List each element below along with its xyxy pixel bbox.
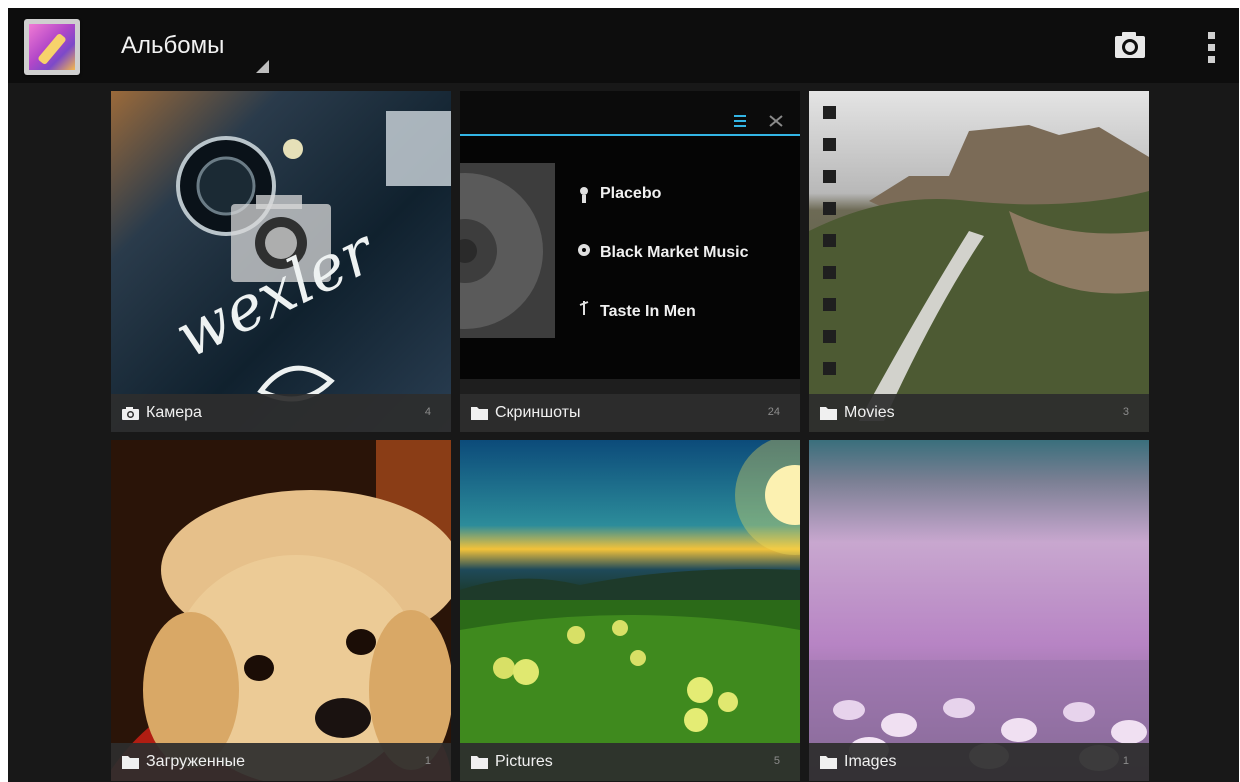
album-tile-pictures[interactable]: Pictures 5 bbox=[460, 440, 800, 781]
album-count: 1 bbox=[1122, 755, 1129, 767]
gallery-window: Альбомы wexler Камера 4 Placebo Black Ma… bbox=[8, 8, 1239, 782]
folder-icon bbox=[471, 407, 488, 420]
album-count: 5 bbox=[773, 755, 780, 767]
folder-icon bbox=[820, 407, 837, 420]
album-name: Movies bbox=[844, 404, 895, 421]
track-title: Taste In Men bbox=[600, 303, 696, 320]
album-thumbnail: Placebo Black Market Music Taste In Men bbox=[460, 91, 800, 432]
album-count: 1 bbox=[424, 755, 431, 767]
album-count: 4 bbox=[424, 406, 431, 418]
overflow-menu-icon bbox=[1208, 32, 1215, 63]
spinner-arrow-icon bbox=[256, 60, 269, 73]
track-title: Placebo bbox=[600, 185, 662, 202]
albums-spinner[interactable]: Альбомы bbox=[118, 8, 278, 83]
album-label-bar: Images 1 bbox=[809, 743, 1149, 781]
album-tile-screenshots[interactable]: Placebo Black Market Music Taste In Men … bbox=[460, 91, 800, 432]
track-title: Black Market Music bbox=[600, 244, 749, 261]
album-thumbnail bbox=[111, 440, 451, 781]
album-label-bar: Загруженные 1 bbox=[111, 743, 451, 781]
folder-icon bbox=[820, 756, 837, 769]
overflow-menu-button[interactable] bbox=[1198, 26, 1226, 70]
camera-button[interactable] bbox=[1103, 28, 1155, 68]
folder-icon bbox=[122, 756, 139, 769]
album-tile-movies[interactable]: Movies 3 bbox=[809, 91, 1149, 432]
album-name: Загруженные bbox=[146, 753, 245, 770]
album-thumbnail: wexler bbox=[111, 91, 451, 432]
folder-icon bbox=[471, 756, 488, 769]
album-label-bar: Movies 3 bbox=[809, 394, 1149, 432]
album-label-bar: Скриншоты 24 bbox=[460, 394, 800, 432]
album-thumbnail bbox=[809, 440, 1149, 781]
album-name: Images bbox=[844, 753, 897, 770]
album-count: 3 bbox=[1122, 406, 1129, 418]
album-tile-camera[interactable]: wexler Камера 4 bbox=[111, 91, 451, 432]
album-tile-downloads[interactable]: Загруженные 1 bbox=[111, 440, 451, 781]
camera-icon bbox=[122, 407, 139, 420]
album-tile-images[interactable]: Images 1 bbox=[809, 440, 1149, 781]
album-name: Pictures bbox=[495, 753, 553, 770]
album-label-bar: Камера 4 bbox=[111, 394, 451, 432]
album-count: 24 bbox=[767, 406, 780, 418]
album-thumbnail bbox=[460, 440, 800, 781]
album-name: Скриншоты bbox=[495, 404, 581, 421]
page-title: Альбомы bbox=[121, 32, 225, 59]
album-thumbnail bbox=[809, 91, 1149, 432]
album-label-bar: Pictures 5 bbox=[460, 743, 800, 781]
action-bar: Альбомы bbox=[8, 8, 1239, 83]
gallery-app-icon[interactable] bbox=[24, 19, 80, 75]
camera-icon bbox=[1115, 32, 1145, 58]
album-name: Камера bbox=[146, 404, 202, 421]
